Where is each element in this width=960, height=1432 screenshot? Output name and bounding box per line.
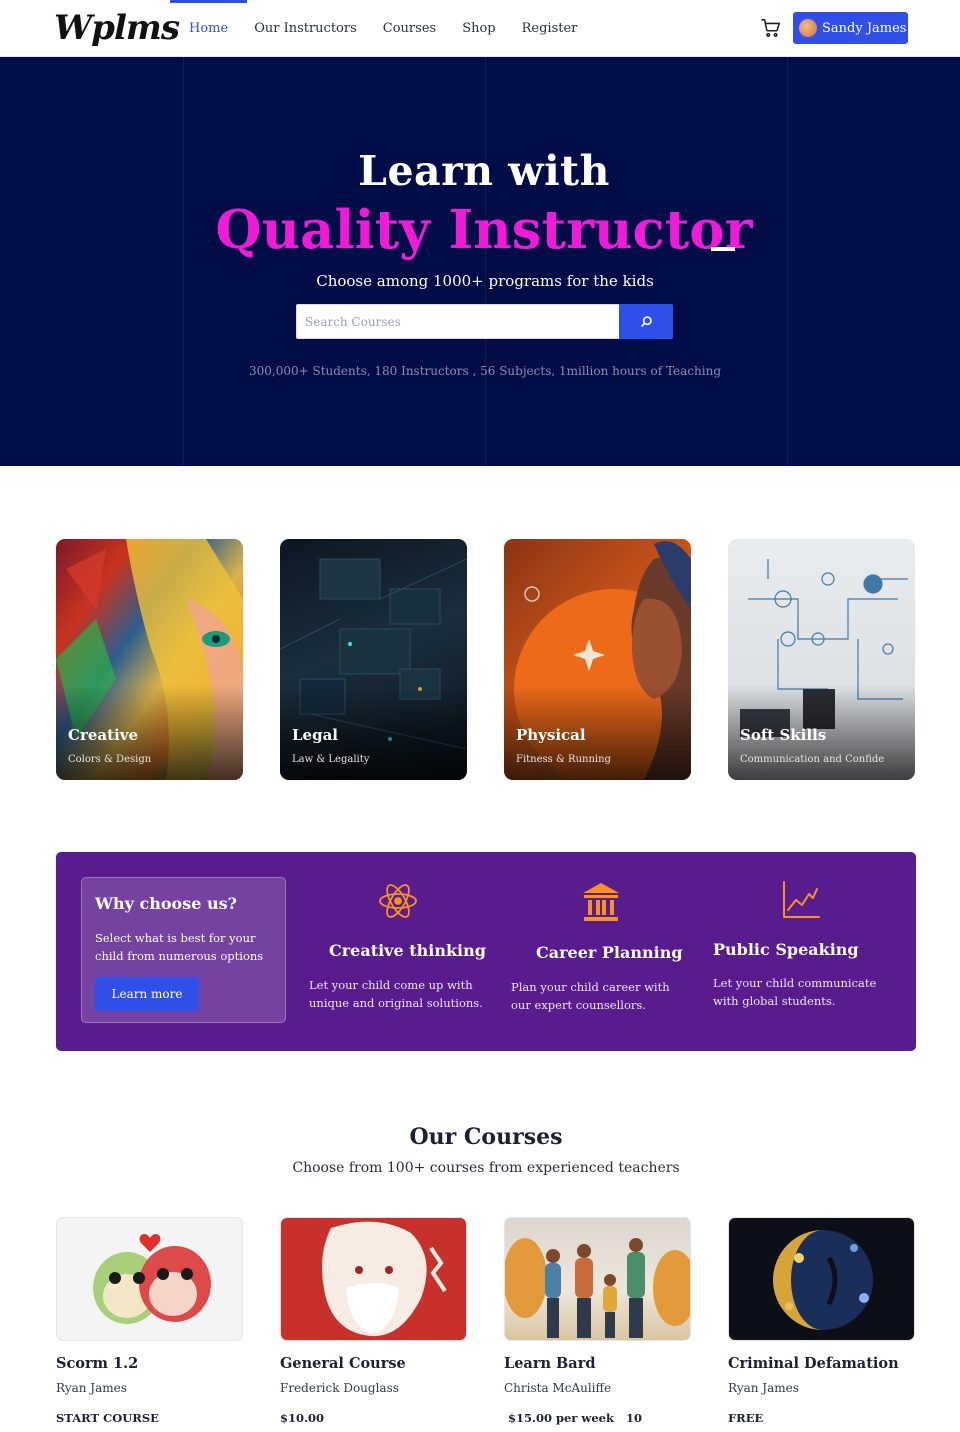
course-title[interactable]: Scorm 1.2 [56,1355,138,1372]
feature-title: Public Speaking [713,940,859,959]
course-thumbnail[interactable] [280,1217,467,1341]
course-price: $10.00 [280,1411,325,1425]
course-thumbnail-art [93,1234,211,1324]
site-logo[interactable]: Wplms [54,8,180,48]
course-price: FREE [728,1411,764,1425]
course-thumbnail[interactable] [728,1217,915,1341]
cart-icon[interactable] [760,17,782,39]
nav-item-home[interactable]: Home [169,0,248,57]
category-title: Legal [292,726,338,744]
course-title[interactable]: Learn Bard [504,1355,595,1372]
course-price: START COURSE [56,1411,159,1425]
main-nav: Home Our Instructors Courses Shop Regist… [169,0,591,57]
search-input[interactable] [296,304,620,339]
course-author: Frederick Douglass [280,1381,399,1395]
site-header: Wplms Home Our Instructors Courses Shop … [0,0,960,57]
avatar [799,19,817,37]
why-text: Select what is best for your child from … [95,931,264,963]
category-subtitle: Colors & Design [68,754,152,765]
feature-title: Career Planning [536,943,683,962]
user-account-button[interactable]: Sandy James [793,12,908,44]
feature-title: Creative thinking [329,941,486,960]
course-thumbnail[interactable] [56,1217,243,1341]
category-title: Creative [68,726,138,744]
line-chart-icon [783,881,820,918]
learn-more-button[interactable]: Learn more [95,977,199,1011]
course-author: Ryan James [728,1381,799,1395]
nav-item-shop[interactable]: Shop [449,0,508,57]
course-author: Christa McAuliffe [504,1381,612,1395]
category-title: Soft Skills [740,726,827,744]
typing-cursor [711,247,735,251]
hero-grid-line [183,57,184,466]
user-name: Sandy James [822,20,907,36]
why-title: Why choose us? [95,894,237,913]
course-thumbnail-art [322,1221,447,1337]
hero-grid-line [787,57,788,466]
category-subtitle: Law & Legality [292,754,370,765]
hero-stats: 300,000+ Students, 180 Instructors , 56 … [248,364,722,378]
course-price: $15.00 per week 10 [508,1411,642,1425]
feature-text: Let your child come up with unique and o… [309,978,483,1010]
hero-section: Learn with Quality Instructor Choose amo… [0,57,960,466]
category-card-legal[interactable]: Legal Law & Legality [280,539,467,780]
category-subtitle: Fitness & Running [516,754,611,765]
course-thumbnail-art [505,1238,690,1338]
hero-subtitle: Choose among 1000+ programs for the kids [316,272,654,290]
category-title: Physical [516,726,586,744]
category-subtitle: Communication and Confide [740,754,885,765]
institution-icon [583,883,619,921]
course-title[interactable]: General Course [280,1355,406,1372]
course-thumbnail[interactable] [504,1217,691,1341]
courses-section-subtitle: Choose from 100+ courses from experience… [292,1160,680,1176]
courses-section-title: Our Courses [409,1124,563,1150]
nav-item-our-instructors[interactable]: Our Instructors [241,0,370,57]
atom-icon [379,884,417,918]
course-title[interactable]: Criminal Defamation [728,1355,899,1372]
hero-grid-line [485,57,486,466]
feature-text: Let your child communicate with global s… [713,976,877,1008]
why-intro-card: Why choose us? Select what is best for y… [81,877,286,1023]
nav-item-register[interactable]: Register [509,0,591,57]
course-author: Ryan James [56,1381,127,1395]
search-icon [640,316,652,327]
why-choose-us-section: Why choose us? Select what is best for y… [56,852,916,1051]
category-card-creative[interactable]: Creative Colors & Design [56,539,243,780]
hero-title: Learn with [358,147,610,195]
nav-item-courses[interactable]: Courses [370,0,449,57]
search-button[interactable] [619,304,673,339]
category-card-physical[interactable]: Physical Fitness & Running [504,539,691,780]
hero-title-highlight: Quality Instructor [215,199,753,261]
feature-text: Plan your child career with our expert c… [511,980,670,1012]
category-card-soft-skills[interactable]: Soft Skills Communication and Confide [728,539,915,780]
course-thumbnail-art [773,1230,873,1330]
